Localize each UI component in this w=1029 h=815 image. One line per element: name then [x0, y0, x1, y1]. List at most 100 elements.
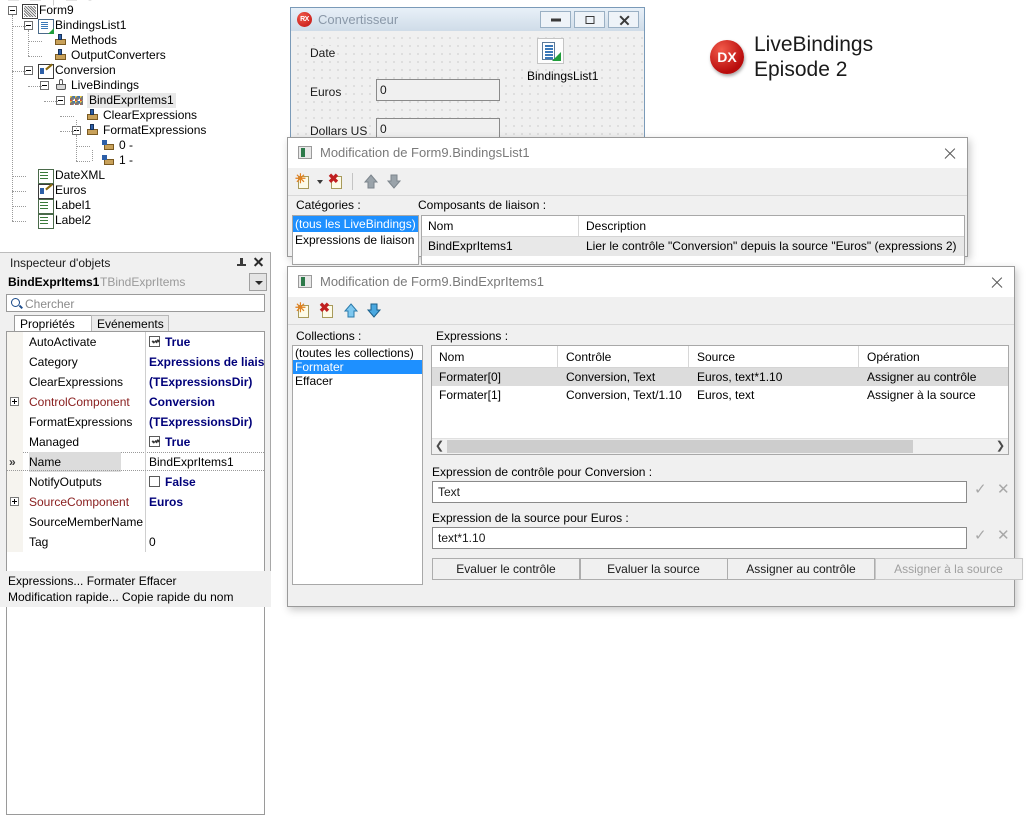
close-icon[interactable] — [253, 257, 263, 267]
add-binding-icon[interactable]: ✳ — [295, 172, 323, 190]
dialog-toolbar[interactable]: ✳ ✖ — [288, 168, 967, 196]
tree-row[interactable]: Label2 — [0, 213, 271, 229]
collection-list-item[interactable]: Formater — [293, 360, 422, 374]
button-evaluer-le-contr-le[interactable]: Evaluer le contrôle — [432, 558, 580, 580]
property-value[interactable]: BindExprItems1 — [149, 452, 234, 472]
column-divider[interactable] — [688, 346, 689, 367]
structure-tree-panel[interactable]: Form9 BindingsList1 Methods OutputConverter… — [0, 0, 271, 252]
footer-links-line1[interactable]: Expressions... Formater Effacer — [8, 574, 177, 588]
category-list-item[interactable]: Expressions de liaison — [293, 232, 418, 248]
tree-row[interactable]: Euros — [0, 183, 271, 199]
add-expression-icon[interactable]: ✳ — [295, 301, 314, 319]
move-down-icon[interactable] — [386, 173, 402, 190]
tree-row[interactable]: 1 - — [0, 153, 271, 168]
scroll-left-icon[interactable]: ❮ — [432, 439, 447, 454]
source-expression-cancel-icon[interactable]: ✕ — [997, 526, 1010, 544]
tree-row[interactable]: FormatExpressions — [0, 123, 271, 138]
tree-row[interactable]: Conversion — [0, 63, 271, 79]
property-value[interactable]: 0 — [149, 532, 156, 552]
column-divider[interactable] — [858, 346, 859, 367]
table-row[interactable]: Formater[1] Conversion, Text/1.10 Euros, t… — [432, 386, 1008, 404]
tree-expander[interactable] — [8, 6, 17, 15]
scrollbar-thumb[interactable] — [447, 440, 913, 453]
date-label[interactable]: Date — [310, 46, 336, 60]
button-evaluer-la-source[interactable]: Evaluer la source — [579, 558, 728, 580]
expand-icon[interactable] — [10, 497, 19, 506]
expand-icon[interactable] — [10, 397, 19, 406]
column-header[interactable]: Description — [586, 219, 646, 233]
tab-evnements[interactable]: Evénements — [91, 315, 169, 332]
property-value[interactable]: (TExpressionsDir) — [149, 372, 252, 392]
minimize-button[interactable] — [540, 11, 571, 28]
table-row[interactable]: Formater[0] Conversion, Text Euros, text*1… — [432, 368, 1008, 386]
bindings-list-dialog[interactable]: Modification de Form9.BindingsList1 ✳ ✖ … — [287, 137, 968, 265]
property-row[interactable]: Tag 0 — [7, 532, 264, 552]
property-row[interactable]: AutoActivate True — [7, 332, 264, 352]
property-value[interactable]: (TExpressionsDir) — [149, 412, 252, 432]
move-up-icon[interactable] — [343, 302, 359, 319]
resize-handle[interactable] — [1002, 594, 1012, 604]
control-expression-cancel-icon[interactable]: ✕ — [997, 480, 1010, 498]
object-inspector-panel[interactable]: Inspecteur d'objets BindExprItems1 TBind… — [0, 252, 271, 815]
property-row[interactable]: » Name BindExprItems1 — [7, 452, 264, 472]
close-icon[interactable] — [990, 276, 1003, 289]
dollars-label[interactable]: Dollars US — [310, 124, 368, 138]
button-assigner-au-contr-le[interactable]: Assigner au contrôle — [727, 558, 875, 580]
tab-proprits[interactable]: Propriétés — [14, 315, 92, 332]
inspector-footer[interactable]: Expressions... Formater Effacer Modifica… — [0, 571, 271, 607]
euros-edit[interactable]: 0 — [376, 79, 500, 101]
move-down-icon[interactable] — [366, 302, 382, 319]
property-row[interactable]: Category Expressions de liaison — [7, 352, 264, 372]
column-divider[interactable] — [557, 346, 558, 367]
property-row[interactable]: FormatExpressions (TExpressionsDir) — [7, 412, 264, 432]
delete-binding-icon[interactable]: ✖ — [328, 171, 347, 190]
collection-list-item[interactable]: (toutes les collections) — [293, 346, 422, 360]
column-header[interactable]: Opération — [867, 350, 920, 364]
column-divider[interactable] — [578, 216, 579, 236]
chevron-down-icon[interactable] — [249, 273, 267, 291]
close-icon[interactable] — [943, 147, 956, 160]
checkbox-checked-icon[interactable] — [149, 336, 160, 347]
pin-icon[interactable] — [237, 258, 246, 267]
search-input[interactable]: Chercher — [6, 294, 265, 312]
delete-expression-icon[interactable]: ✖ — [319, 300, 338, 319]
property-value[interactable]: Conversion — [149, 392, 215, 412]
control-expression-input[interactable]: Text — [432, 481, 967, 503]
tree-row[interactable]: 0 - — [0, 138, 271, 153]
column-header[interactable]: Nom — [428, 219, 453, 233]
column-header[interactable]: Contrôle — [566, 350, 611, 364]
collections-list[interactable]: (toutes les collections) Formater Effacer — [292, 345, 423, 585]
checkbox-unchecked-icon[interactable] — [149, 476, 160, 487]
categories-list[interactable]: (tous les LiveBindings) Expressions de li… — [292, 215, 419, 265]
property-row[interactable]: ControlComponent Conversion — [7, 392, 264, 412]
binding-components-table[interactable]: Nom Description BindExprItems1 Lier le con… — [421, 215, 965, 265]
table-header[interactable]: Nom Description — [422, 216, 964, 237]
property-row[interactable]: SourceComponent Euros — [7, 492, 264, 512]
close-button[interactable] — [608, 11, 639, 28]
form-designer-window[interactable]: RX Convertisseur Date Euros Dollars US 0… — [290, 7, 645, 140]
object-selector-combo[interactable]: BindExprItems1 TBindExprItems — [0, 272, 271, 292]
expressions-table[interactable]: Nom Contrôle Source Opération Formater[0] Co… — [431, 345, 1009, 455]
tree-row[interactable]: BindExprItems1 — [0, 93, 271, 108]
property-row[interactable]: NotifyOutputs False — [7, 472, 264, 492]
bindings-list-component-icon[interactable] — [537, 38, 564, 64]
maximize-button[interactable] — [574, 11, 605, 28]
tree-row[interactable]: DateXML — [0, 168, 271, 184]
property-row[interactable]: ClearExpressions (TExpressionsDir) — [7, 372, 264, 392]
inspector-tabs[interactable]: Propriétés Evénements — [6, 315, 265, 332]
dialog-toolbar[interactable]: ✳ ✖ — [288, 297, 1014, 325]
horizontal-scrollbar[interactable]: ❮ ❯ — [432, 438, 1008, 454]
property-row[interactable]: Managed True — [7, 432, 264, 452]
property-value[interactable]: Euros — [149, 492, 183, 512]
table-body[interactable]: Formater[0] Conversion, Text Euros, text*1… — [432, 368, 1008, 404]
table-header[interactable]: Nom Contrôle Source Opération — [432, 346, 1008, 368]
collection-list-item[interactable]: Effacer — [293, 374, 422, 388]
property-value[interactable]: Expressions de liaison — [149, 352, 264, 372]
move-up-icon[interactable] — [363, 173, 379, 190]
column-header[interactable]: Nom — [439, 350, 464, 364]
tree-row[interactable]: Label1 — [0, 198, 271, 214]
scroll-right-icon[interactable]: ❯ — [993, 439, 1008, 454]
property-row[interactable]: SourceMemberName — [7, 512, 264, 532]
table-row[interactable]: BindExprItems1 Lier le contrôle "Conversi… — [422, 237, 964, 256]
source-expression-input[interactable]: text*1.10 — [432, 527, 967, 549]
